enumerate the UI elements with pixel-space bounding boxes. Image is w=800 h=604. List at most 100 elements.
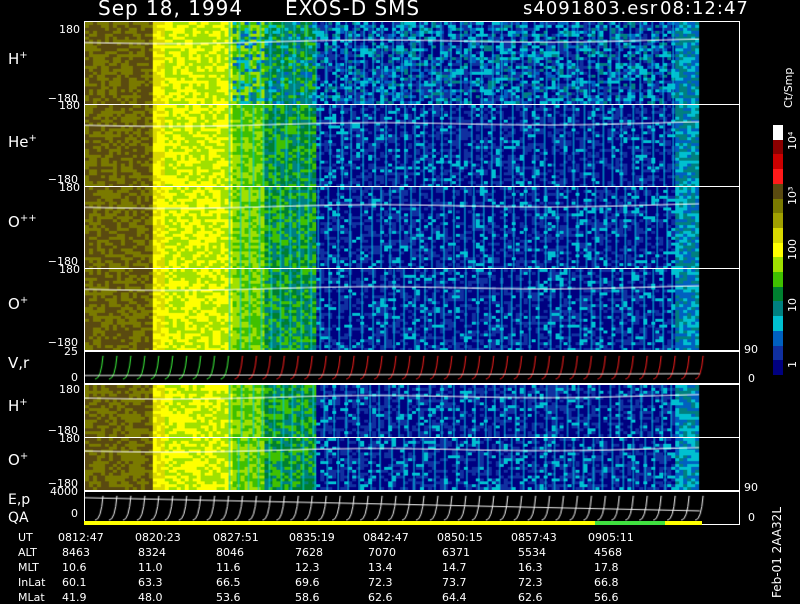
colorbar-units: Ct/Smp — [782, 67, 795, 108]
table-row: ALT 8463 8324 8046 7628 7070 6371 5534 4568 — [0, 546, 760, 559]
cell: 5534 — [518, 546, 546, 559]
cell: 0835:19 — [289, 531, 335, 544]
spectrogram-canvas — [85, 438, 739, 490]
cell: 69.6 — [295, 576, 320, 589]
colorbar-swatch — [773, 154, 783, 170]
table-row: MLat 41.9 48.0 53.6 58.6 62.6 64.4 62.6 56.6 — [0, 591, 760, 604]
vr-canvas — [85, 352, 739, 383]
cell: 72.3 — [518, 576, 543, 589]
colorbar-swatch — [773, 345, 783, 361]
tick-bottom: 0 — [71, 507, 78, 520]
title-date: Sep 18, 1994 — [98, 0, 244, 20]
spectrogram-o-plus-plus — [84, 186, 740, 269]
spectrogram-o-plus — [84, 268, 740, 351]
spectrogram-lower-o-plus — [84, 437, 740, 491]
colorbar-swatch — [773, 330, 783, 347]
cell: 66.8 — [594, 576, 619, 589]
colorbar-swatch — [773, 125, 783, 141]
panel-label-o-plus-plus: O++ — [8, 213, 37, 231]
colorbar-swatch — [773, 272, 783, 288]
panel-label-o-plus: O+ — [8, 295, 29, 313]
cell: 60.1 — [62, 576, 87, 589]
colorbar-swatch — [773, 286, 783, 302]
row-name: UT — [18, 531, 33, 544]
panel-label-qa: QA — [8, 510, 29, 526]
spectrogram-canvas — [85, 269, 739, 350]
table-row: InLat 60.1 63.3 66.5 69.6 72.3 73.7 72.3 66.8 — [0, 576, 760, 589]
spectrogram-canvas — [85, 385, 739, 437]
right-tick: 90 — [744, 481, 758, 494]
vr-panel — [84, 351, 740, 384]
cell: 58.6 — [295, 591, 320, 604]
colorbar-swatch — [773, 301, 783, 317]
cell: 7628 — [295, 546, 323, 559]
cell: 0820:23 — [135, 531, 181, 544]
row-name: ALT — [18, 546, 37, 559]
cell: 14.7 — [442, 561, 467, 574]
colorbar-tick-10: 10 — [786, 298, 799, 312]
ep-canvas — [85, 492, 739, 524]
spectrogram-canvas — [85, 22, 739, 104]
colorbar-tick-100: 100 — [786, 239, 799, 260]
cell: 7070 — [368, 546, 396, 559]
panel-label-h-plus: H+ — [8, 50, 28, 68]
spectrogram-he-plus — [84, 104, 740, 187]
cell: 11.0 — [138, 561, 163, 574]
cell: 12.3 — [295, 561, 320, 574]
cell: 13.4 — [368, 561, 393, 574]
title-time: 08:12:47 — [660, 0, 749, 19]
cell: 4568 — [594, 546, 622, 559]
colorbar-swatch — [773, 183, 783, 200]
cell: 0905:11 — [588, 531, 634, 544]
colorbar-swatch — [773, 198, 783, 214]
panel-label-lower-h-plus: H+ — [8, 397, 28, 415]
tick-top: 180 — [59, 432, 80, 445]
tick-top: 4000 — [50, 485, 78, 498]
cell: 8463 — [62, 546, 90, 559]
spectrogram-h-plus — [84, 21, 740, 105]
cell: 41.9 — [62, 591, 87, 604]
title-file: s4091803.esr — [523, 0, 659, 19]
cell: 0812:47 — [58, 531, 104, 544]
row-name: MLT — [18, 561, 39, 574]
cell: 10.6 — [62, 561, 87, 574]
cell: 62.6 — [518, 591, 543, 604]
colorbar-tick-1: 1 — [786, 361, 799, 368]
row-name: MLat — [18, 591, 45, 604]
tick-top: 180 — [59, 23, 80, 36]
spectrogram-canvas — [85, 187, 739, 268]
colorbar-swatch — [773, 257, 783, 273]
cell: 62.6 — [368, 591, 393, 604]
cell: 0850:15 — [437, 531, 483, 544]
tick-top: 180 — [59, 383, 80, 396]
colorbar-tick-10-3: 10³ — [786, 186, 799, 205]
qa-bar-green — [595, 521, 665, 525]
cell: 72.3 — [368, 576, 393, 589]
tick-top: 180 — [59, 263, 80, 276]
side-note: Feb-01 2AA32L — [770, 506, 784, 598]
cell: 64.4 — [442, 591, 467, 604]
ep-panel — [84, 491, 740, 525]
colorbar — [773, 125, 783, 376]
cell: 8046 — [216, 546, 244, 559]
colorbar-swatch — [773, 169, 783, 185]
right-tick: 0 — [748, 511, 755, 524]
cell: 73.7 — [442, 576, 467, 589]
panel-label-lower-o-plus: O+ — [8, 451, 29, 469]
title-instrument: EXOS-D SMS — [285, 0, 421, 20]
panel-label-ep: E,p — [8, 492, 31, 508]
cell: 63.3 — [138, 576, 163, 589]
cell: 16.3 — [518, 561, 543, 574]
colorbar-swatch — [773, 242, 783, 258]
colorbar-swatch — [773, 316, 783, 332]
right-tick: 90 — [744, 343, 758, 356]
colorbar-tick-10-4: 10⁴ — [786, 131, 799, 150]
colorbar-swatch — [773, 213, 783, 229]
cell: 53.6 — [216, 591, 241, 604]
table-row: UT 0812:47 0820:23 0827:51 0835:19 0842:47 085… — [0, 531, 760, 544]
cell: 66.5 — [216, 576, 241, 589]
tick-top: 180 — [59, 181, 80, 194]
cell: 6371 — [442, 546, 470, 559]
panel-label-he-plus: He+ — [8, 133, 37, 151]
cell: 0827:51 — [213, 531, 259, 544]
